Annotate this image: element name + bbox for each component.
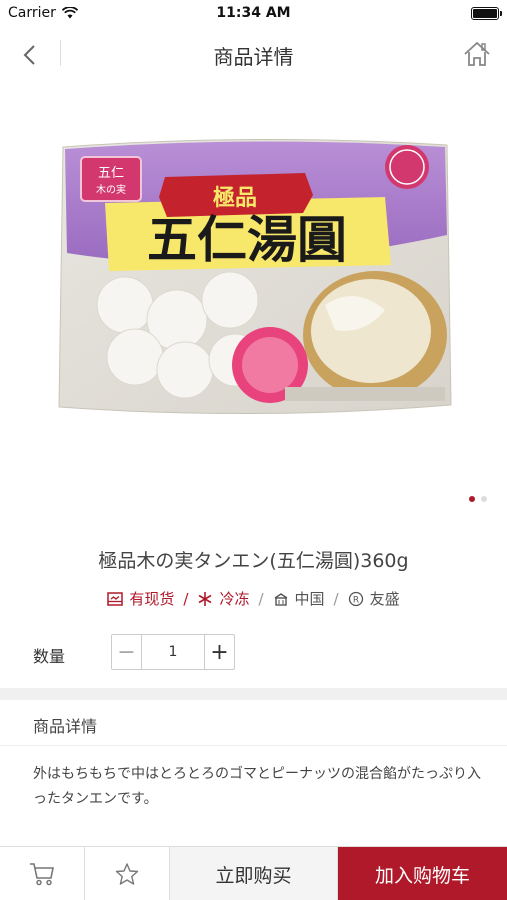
registered-icon: R: [348, 591, 363, 606]
star-icon: [115, 863, 139, 885]
cart-button[interactable]: [0, 847, 85, 900]
tag-frozen: 冷冻: [197, 588, 249, 609]
quantity-plus-button[interactable]: +: [204, 635, 234, 669]
tag-origin-label: 中国: [294, 590, 325, 608]
tag-origin: 中国: [273, 588, 325, 609]
quantity-label: 数量: [33, 647, 66, 666]
detail-description: 外はもちもちで中はとろとろのゴマとピーナッツの混合餡がたっぷり入ったタンエンです…: [33, 766, 481, 807]
origin-icon: [274, 592, 287, 606]
buy-now-button[interactable]: 立即购买: [170, 847, 338, 900]
tag-separator: /: [258, 589, 264, 608]
quantity-value[interactable]: 1: [142, 635, 204, 669]
add-to-cart-button[interactable]: 加入购物车: [338, 847, 507, 900]
quantity-row: 数量 − 1 +: [0, 634, 507, 672]
brand-small-text: 五仁: [98, 166, 124, 181]
cart-icon: [30, 863, 54, 886]
home-button[interactable]: [461, 38, 493, 70]
page-title: 商品详情: [213, 45, 294, 69]
tag-brand: R 友盛: [348, 588, 400, 609]
quantity-stepper[interactable]: − 1 +: [111, 634, 235, 670]
tag-stock: 有现货: [107, 588, 174, 609]
battery-icon: [471, 7, 502, 20]
product-image: 五仁 木の実 極品 五仁湯圓: [58, 138, 452, 415]
status-bar: Carrier 11:34 AM: [0, 0, 507, 28]
product-tags: 有现货 / 冷冻 / 中国 / R 友盛: [0, 588, 507, 609]
tag-brand-label: 友盛: [369, 590, 400, 608]
quantity-minus-button[interactable]: −: [112, 635, 142, 669]
bottom-action-bar: 立即购买 加入购物车: [0, 846, 507, 900]
product-name-package-text: 五仁湯圓: [147, 210, 347, 269]
product-image-carousel[interactable]: 五仁 木の実 極品 五仁湯圓: [0, 80, 507, 510]
carousel-dot-active[interactable]: [469, 496, 475, 502]
home-icon: [464, 41, 490, 66]
product-title: 極品木の実タンエン(五仁湯圓)360g: [98, 550, 409, 572]
grade-text: 極品: [213, 185, 257, 211]
section-divider: [0, 688, 507, 700]
detail-section-header: 商品详情: [0, 700, 507, 746]
tag-separator: /: [333, 589, 339, 608]
snowflake-icon: [199, 591, 212, 606]
detail-header-label: 商品详情: [33, 717, 98, 736]
stock-icon: [107, 591, 124, 606]
brand-small-sub-text: 木の実: [96, 183, 126, 196]
nav-bar: 商品详情: [0, 28, 507, 80]
favorite-button[interactable]: [85, 847, 170, 900]
tag-frozen-label: 冷冻: [219, 590, 250, 608]
carousel-dot[interactable]: [481, 496, 487, 502]
clock: 11:34 AM: [216, 5, 291, 21]
tag-stock-label: 有现货: [129, 590, 175, 608]
carousel-indicator: [469, 496, 487, 502]
tag-separator: /: [183, 589, 189, 608]
svg-text:R: R: [352, 595, 358, 605]
